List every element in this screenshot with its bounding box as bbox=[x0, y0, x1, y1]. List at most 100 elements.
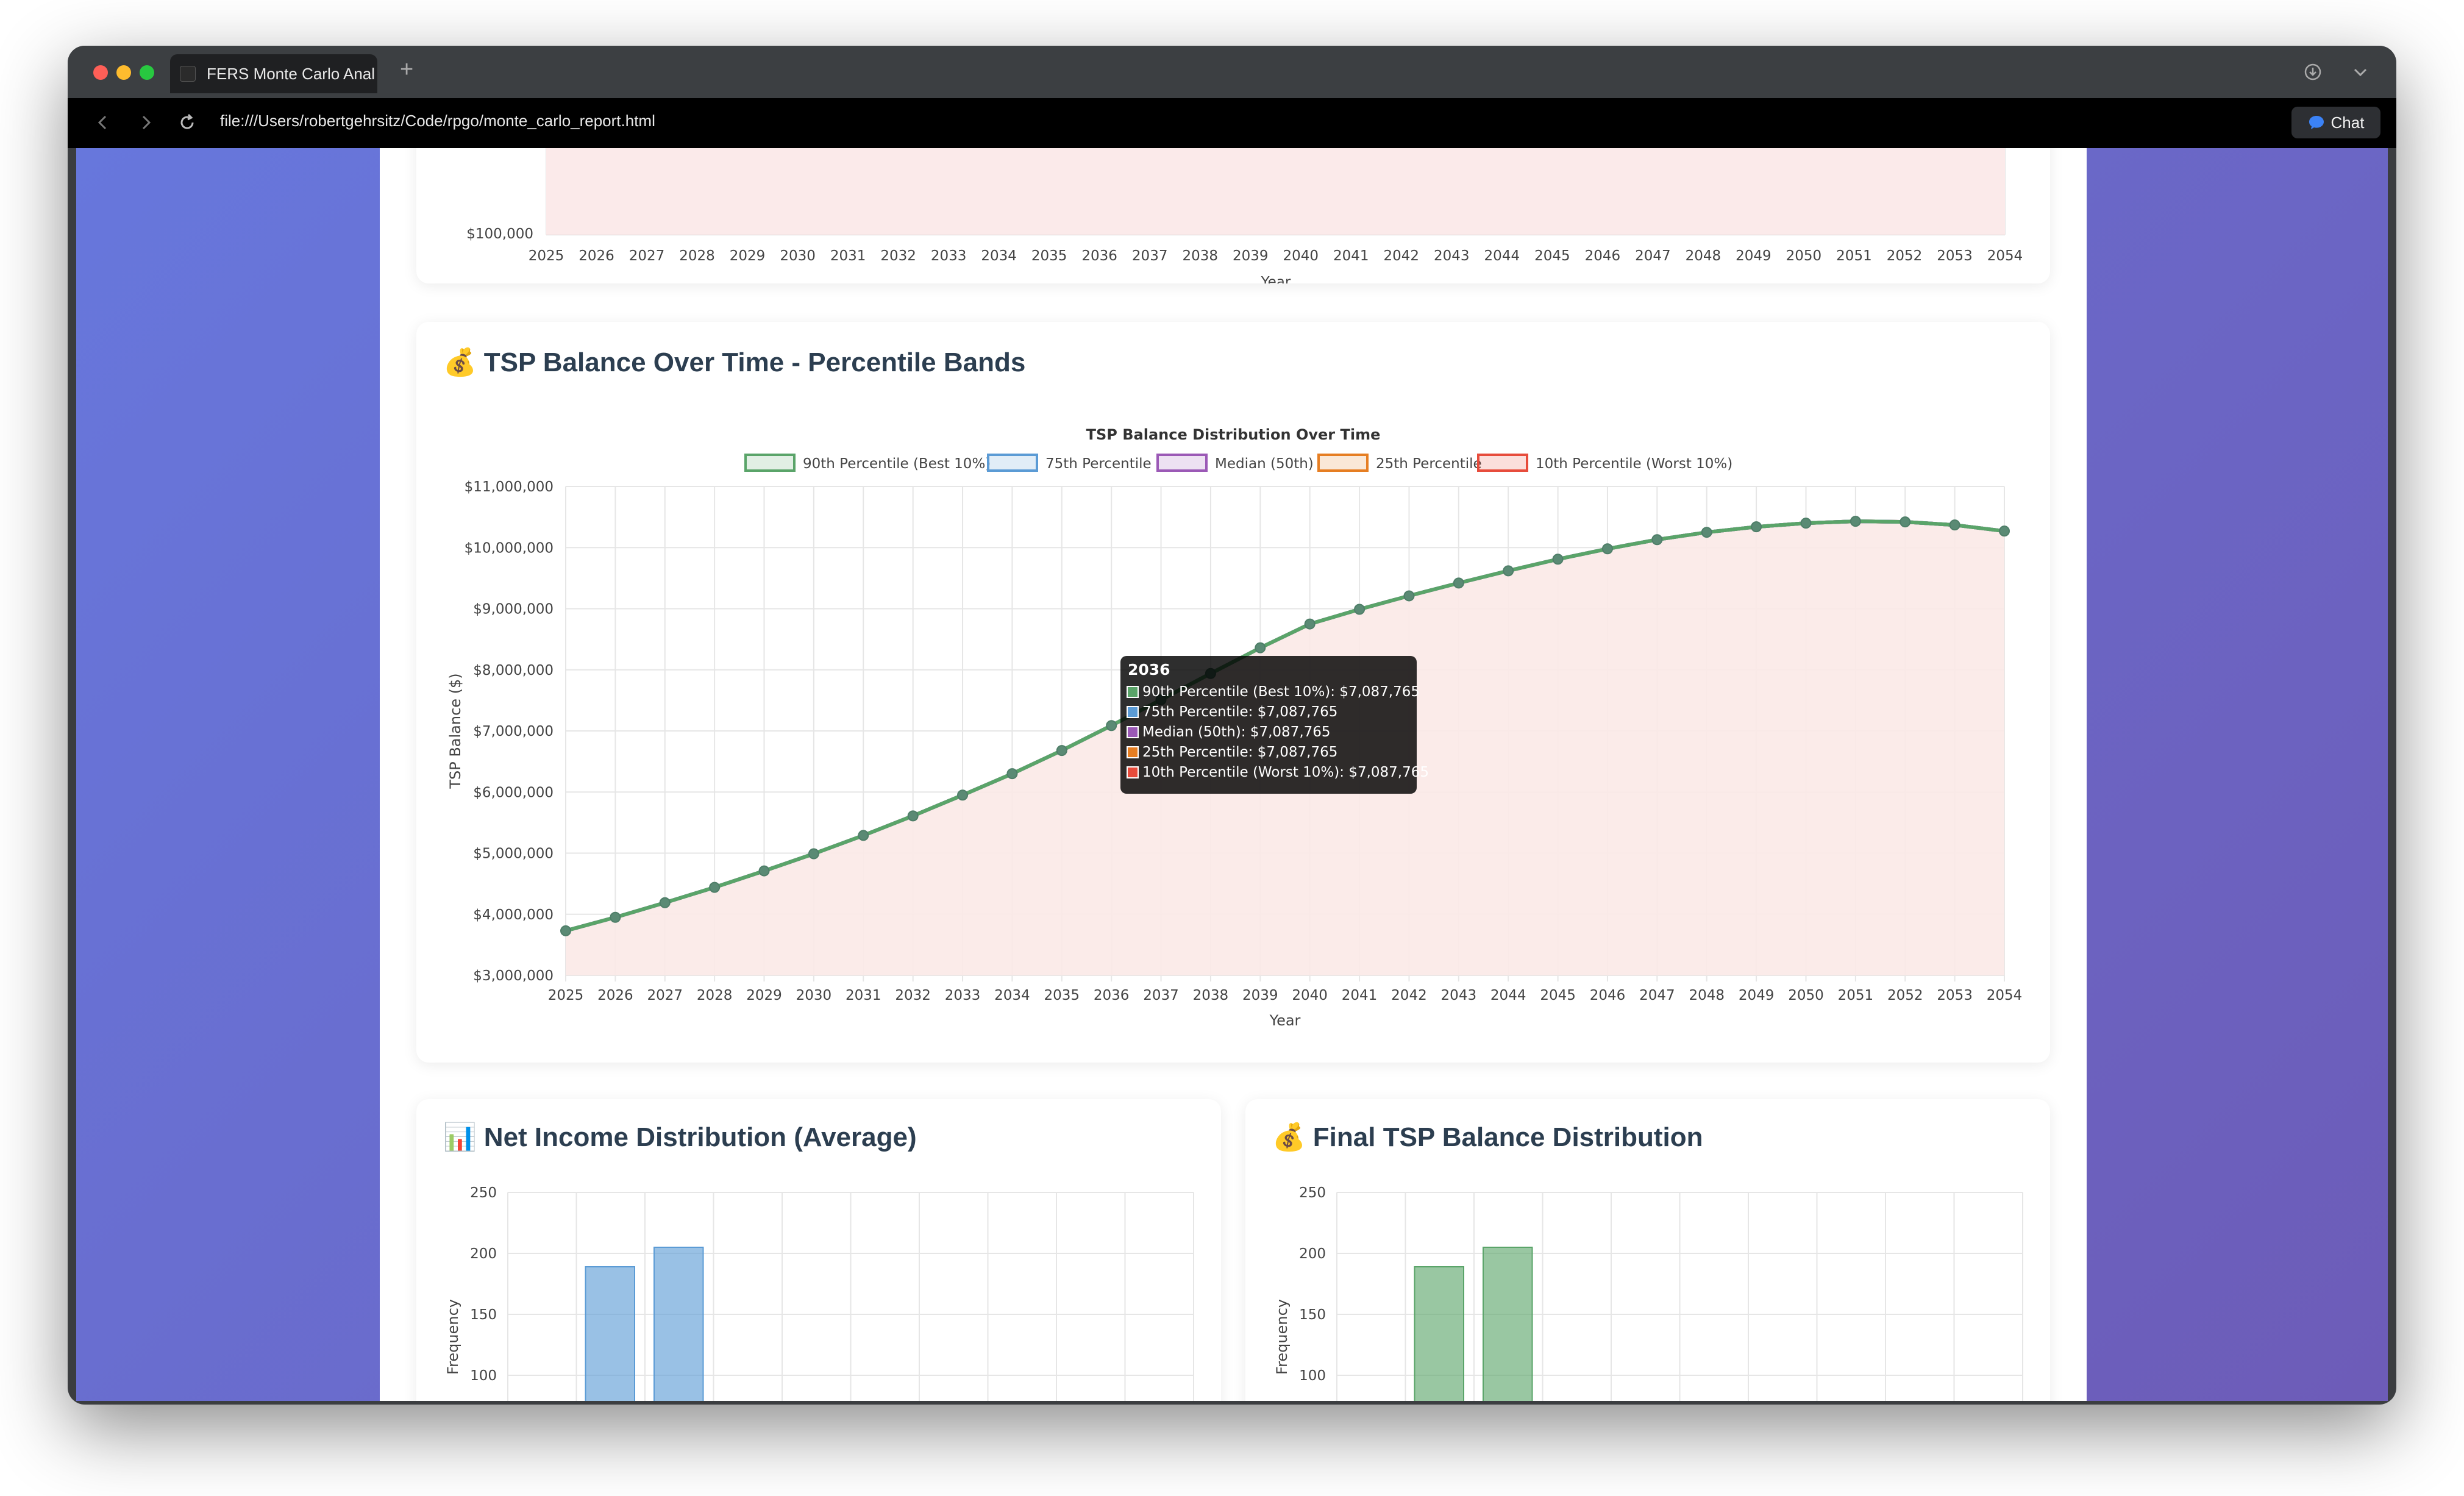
histogram-y-tick: 200 bbox=[1299, 1246, 1326, 1262]
data-point bbox=[709, 882, 721, 893]
x-axis-title: Year bbox=[1269, 1012, 1301, 1029]
final-tsp-histogram[interactable]: 100 150 200 250 Frequency bbox=[1245, 1099, 2050, 1401]
tooltip-swatch bbox=[1127, 706, 1139, 718]
x-tick-label: 2028 bbox=[697, 988, 733, 1003]
histogram-y-tick: 200 bbox=[470, 1246, 497, 1262]
histogram-y-axis-title: Frequency bbox=[1273, 1299, 1291, 1375]
histogram-y-tick: 250 bbox=[470, 1185, 497, 1201]
previous-chart-y-tick: $100,000 bbox=[466, 226, 533, 242]
address-bar: file:///Users/robertgehrsitz/Code/rpgo/m… bbox=[68, 98, 2396, 148]
page-favicon-icon bbox=[180, 66, 196, 82]
data-point bbox=[659, 897, 671, 908]
x-tick-label: 2030 bbox=[796, 988, 832, 1003]
x-tick-label: 2036 bbox=[1094, 988, 1130, 1003]
x-tick-label: 2035 bbox=[1044, 988, 1080, 1003]
previous-chart-x-tick: 2047 bbox=[1635, 248, 1671, 264]
close-window-button[interactable] bbox=[93, 65, 108, 80]
maximize-window-button[interactable] bbox=[140, 65, 154, 80]
net-income-card: 📊 Net Income Distribution (Average) 100 15… bbox=[416, 1099, 1221, 1401]
url-field[interactable]: file:///Users/robertgehrsitz/Code/rpgo/m… bbox=[220, 112, 655, 130]
tooltip-line: Median (50th): $7,087,765 bbox=[1127, 724, 1331, 740]
x-tick-label: 2048 bbox=[1689, 988, 1725, 1003]
legend-swatch bbox=[987, 454, 1038, 472]
data-point bbox=[1651, 534, 1663, 546]
back-arrow-icon[interactable] bbox=[92, 112, 114, 134]
y-tick-label: $8,000,000 bbox=[473, 663, 554, 679]
y-tick-label: $10,000,000 bbox=[465, 540, 554, 556]
legend-label: 90th Percentile (Best 10%) bbox=[803, 456, 991, 472]
tooltip-line-text: 10th Percentile (Worst 10%): $7,087,765 bbox=[1142, 764, 1430, 780]
x-tick-label: 2043 bbox=[1441, 988, 1477, 1003]
tooltip-title: 2036 bbox=[1128, 661, 1170, 679]
x-tick-label: 2026 bbox=[597, 988, 633, 1003]
tsp-balance-card: 💰 TSP Balance Over Time - Percentile Band… bbox=[416, 322, 2050, 1063]
y-tick-label: $4,000,000 bbox=[473, 907, 554, 923]
legend-label: Median (50th) bbox=[1215, 456, 1314, 472]
x-tick-label: 2050 bbox=[1788, 988, 1824, 1003]
tooltip-line: 10th Percentile (Worst 10%): $7,087,765 bbox=[1127, 764, 1429, 780]
data-point bbox=[1999, 525, 2010, 537]
browser-tab[interactable]: FERS Monte Carlo Anal bbox=[170, 54, 377, 93]
data-point bbox=[1255, 642, 1266, 654]
previous-chart-x-tick: 2044 bbox=[1484, 248, 1520, 264]
previous-chart-x-tick: 2049 bbox=[1736, 248, 1771, 264]
x-tick-label: 2034 bbox=[994, 988, 1030, 1003]
previous-chart-x-tick: 2050 bbox=[1786, 248, 1822, 264]
x-tick-label: 2054 bbox=[1987, 988, 2023, 1003]
x-tick-label: 2047 bbox=[1639, 988, 1675, 1003]
tooltip-line: 75th Percentile: $7,087,765 bbox=[1127, 704, 1337, 720]
forward-arrow-icon[interactable] bbox=[135, 112, 157, 134]
reload-icon[interactable] bbox=[176, 112, 198, 134]
tooltip-swatch bbox=[1127, 686, 1139, 698]
previous-chart-x-tick: 2025 bbox=[529, 248, 564, 264]
previous-chart-x-tick: 2042 bbox=[1384, 248, 1420, 264]
data-point bbox=[1453, 577, 1464, 589]
previous-chart-x-tick: 2039 bbox=[1233, 248, 1269, 264]
tooltip-line-text: 90th Percentile (Best 10%): $7,087,765 bbox=[1142, 684, 1420, 700]
previous-chart-x-tick: 2038 bbox=[1182, 248, 1218, 264]
previous-chart-x-tick: 2033 bbox=[931, 248, 967, 264]
histogram-y-tick: 250 bbox=[1299, 1185, 1326, 1201]
x-tick-label: 2053 bbox=[1937, 988, 1973, 1003]
tooltip-line-text: 75th Percentile: $7,087,765 bbox=[1142, 704, 1338, 720]
histogram-bar bbox=[1483, 1247, 1533, 1401]
data-point bbox=[1354, 604, 1366, 615]
chat-bubble-icon bbox=[2309, 116, 2324, 129]
y-tick-label: $11,000,000 bbox=[465, 479, 554, 495]
data-point bbox=[1106, 720, 1117, 732]
page-viewport[interactable]: $100,000 2025 2026 2027 2028 2029 2030 2031 203… bbox=[76, 148, 2388, 1401]
histogram-bar bbox=[653, 1247, 704, 1401]
x-tick-label: 2027 bbox=[647, 988, 683, 1003]
data-point bbox=[1056, 745, 1067, 757]
x-tick-label: 2042 bbox=[1391, 988, 1427, 1003]
previous-chart-x-tick: 2043 bbox=[1434, 248, 1470, 264]
legend-swatch bbox=[1317, 454, 1369, 472]
previous-chart-x-tick: 2051 bbox=[1836, 248, 1872, 264]
previous-chart: $100,000 2025 2026 2027 2028 2029 2030 2031 203… bbox=[466, 148, 2023, 283]
new-tab-button[interactable]: + bbox=[400, 57, 413, 83]
x-tick-label: 2046 bbox=[1590, 988, 1626, 1003]
minimize-window-button[interactable] bbox=[116, 65, 131, 80]
chat-button[interactable]: Chat bbox=[2291, 107, 2380, 138]
previous-chart-x-tick: 2048 bbox=[1686, 248, 1722, 264]
chevron-down-icon[interactable] bbox=[2351, 64, 2370, 80]
x-tick-label: 2045 bbox=[1540, 988, 1576, 1003]
chart-tooltip: 2036 90th Percentile (Best 10%): $7,087,… bbox=[1120, 656, 1429, 794]
previous-chart-x-tick: 2045 bbox=[1534, 248, 1570, 264]
legend-label: 10th Percentile (Worst 10%) bbox=[1536, 456, 1732, 472]
x-tick-label: 2051 bbox=[1838, 988, 1874, 1003]
previous-chart-x-tick: 2032 bbox=[880, 248, 916, 264]
histogram-bar bbox=[1414, 1266, 1464, 1401]
previous-chart-x-tick: 2053 bbox=[1937, 248, 1973, 264]
legend-swatch bbox=[744, 454, 796, 472]
tooltip-swatch bbox=[1127, 726, 1139, 738]
net-income-histogram[interactable]: 100 150 200 250 Frequency bbox=[416, 1099, 1221, 1401]
previous-chart-x-axis-title: Year bbox=[1261, 274, 1291, 283]
data-point bbox=[1751, 521, 1762, 533]
data-point bbox=[1503, 565, 1514, 577]
download-icon[interactable] bbox=[2304, 63, 2322, 81]
histogram-bar bbox=[585, 1266, 635, 1401]
data-point bbox=[1800, 518, 1812, 529]
data-point bbox=[1552, 554, 1564, 565]
legend-label: 75th Percentile bbox=[1045, 456, 1152, 472]
